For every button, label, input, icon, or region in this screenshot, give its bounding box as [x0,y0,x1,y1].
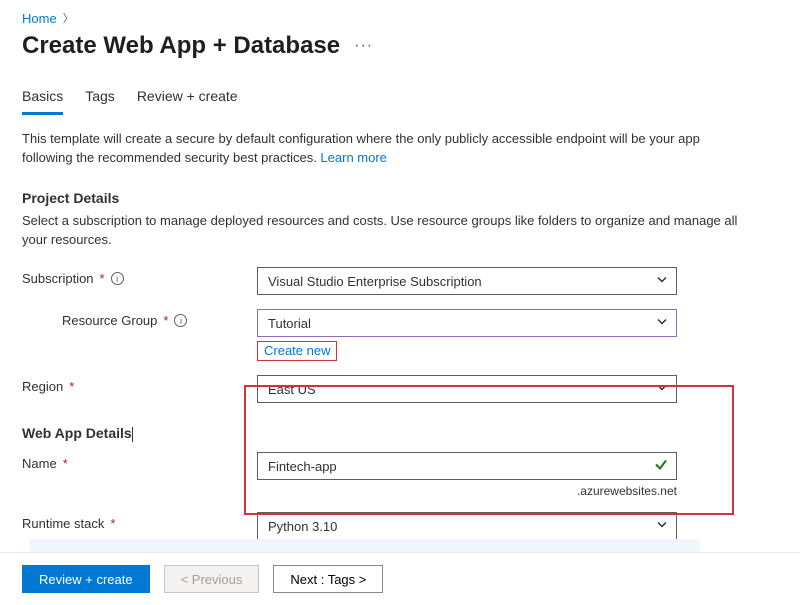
breadcrumb-home[interactable]: Home [22,11,57,26]
more-actions-button[interactable]: ··· [354,37,373,55]
learn-more-link[interactable]: Learn more [320,150,386,165]
section-web-app-details: Web App Details [22,425,778,442]
chevron-down-icon [656,519,668,534]
intro-text: This template will create a secure by de… [22,130,742,168]
required-icon: * [163,313,168,328]
chevron-down-icon [656,316,668,331]
required-icon: * [63,456,68,471]
label-resource-group: Resource Group [62,313,157,328]
review-create-button[interactable]: Review + create [22,565,150,593]
chevron-right-icon: 〉 [63,10,74,26]
label-runtime: Runtime stack [22,516,104,531]
section-project-details: Project Details [22,190,778,206]
resource-group-select[interactable]: Tutorial [257,309,677,337]
tab-tags[interactable]: Tags [85,88,115,115]
next-button[interactable]: Next : Tags > [273,565,383,593]
runtime-select[interactable]: Python 3.10 [257,512,677,540]
label-region: Region [22,379,63,394]
chevron-down-icon [656,274,668,289]
info-strip [30,539,700,553]
required-icon: * [100,271,105,286]
check-icon [654,458,668,475]
chevron-down-icon [656,382,668,397]
required-icon: * [69,379,74,394]
tab-review[interactable]: Review + create [137,88,238,115]
info-icon[interactable]: i [111,272,124,285]
breadcrumb: Home 〉 [22,8,778,26]
info-icon[interactable]: i [174,314,187,327]
label-name: Name [22,456,57,471]
previous-button: < Previous [164,565,260,593]
domain-suffix: .azurewebsites.net [257,484,677,498]
project-details-desc: Select a subscription to manage deployed… [22,212,742,250]
create-new-link[interactable]: Create new [264,343,330,358]
footer-actions: Review + create < Previous Next : Tags > [0,552,800,605]
subscription-select[interactable]: Visual Studio Enterprise Subscription [257,267,677,295]
label-subscription: Subscription [22,271,94,286]
required-icon: * [110,516,115,531]
tab-basics[interactable]: Basics [22,88,63,115]
name-input[interactable]: Fintech-app [257,452,677,480]
region-select[interactable]: East US [257,375,677,403]
tabs: Basics Tags Review + create [22,88,778,116]
page-title: Create Web App + Database [22,32,340,60]
